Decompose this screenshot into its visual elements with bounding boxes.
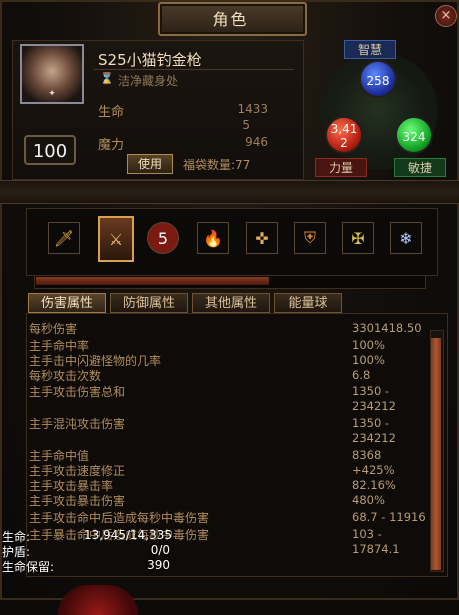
stat-label: 主手攻击伤害总和 (29, 385, 126, 399)
tab-damage[interactable]: 伤害属性 (28, 293, 106, 313)
stat-label: 每秒伤害 (29, 322, 78, 336)
weapon-card-icon[interactable]: ⚔ (98, 216, 134, 262)
stat-value: 68.7 - 11916 (352, 510, 426, 524)
overlay-reserve-value: 390 (147, 558, 170, 572)
intelligence-label: 智慧 (344, 40, 396, 59)
stat-value: 100% (352, 353, 385, 367)
stat-value: 82.16% (352, 478, 396, 492)
stat-value: +425% (352, 463, 395, 477)
strength-orb[interactable]: 3,41 2 (325, 116, 363, 154)
use-button[interactable]: 使用 (127, 154, 173, 174)
energy-value: 5 (242, 118, 250, 132)
section-divider (0, 180, 459, 204)
strength-label: 力量 (315, 158, 367, 177)
tab-defense[interactable]: 防御属性 (110, 293, 188, 313)
stat-value: 1350 - 234212 (352, 416, 396, 445)
fire-skill-icon[interactable]: 🔥 (197, 222, 229, 254)
shield-skill-icon[interactable]: ⛨ (294, 222, 326, 254)
hideout-icon: ⌛ (100, 72, 114, 85)
frost-skill-icon[interactable]: ❄ (390, 222, 422, 254)
stat-value: 8368 (352, 448, 382, 462)
stat-value: 480% (352, 493, 385, 507)
life-label: 生命 (98, 105, 125, 120)
stat-label: 主手攻击暴击伤害 (29, 494, 126, 508)
charge-5-icon[interactable]: 5 (147, 222, 179, 254)
stats-scroll-thumb[interactable] (431, 338, 441, 570)
overlay-shield-value: 0/0 (150, 543, 170, 557)
stat-label: 主手混沌攻击伤害 (29, 417, 126, 431)
window-title: 角色 (212, 10, 249, 29)
overlay-life-value: 13,945/14,335 (83, 528, 172, 542)
overlay-reserve-label: 生命保留: (2, 560, 55, 574)
character-name: S25小猫钓金枪 (98, 51, 202, 69)
location-text: 洁净藏身处 (118, 74, 179, 88)
skill-bar (26, 208, 438, 276)
close-button[interactable]: × (435, 5, 457, 27)
stat-label: 主手攻击命中后造成每秒中毒伤害 (29, 511, 210, 525)
intelligence-orb[interactable]: 258 (359, 60, 397, 98)
avatar-badge: ✦ (48, 89, 56, 99)
mana-value: 946 (245, 135, 268, 149)
stat-label: 每秒攻击次数 (29, 369, 102, 383)
stat-value: 103 - 17874.1 (352, 527, 400, 556)
name-divider (94, 69, 294, 70)
dexterity-label: 敏捷 (394, 158, 446, 177)
compass-skill-icon[interactable]: ✜ (246, 222, 278, 254)
tab-charges[interactable]: 能量球 (274, 293, 342, 313)
level-badge: 100 (24, 135, 76, 165)
crossed-skill-icon[interactable]: ✠ (342, 222, 374, 254)
experience-fill (36, 277, 269, 285)
tab-other[interactable]: 其他属性 (192, 293, 270, 313)
life-value: 1433 (237, 102, 268, 116)
stat-value: 1350 - 234212 (352, 384, 396, 413)
mana-label: 魔力 (98, 138, 125, 153)
stat-value: 3301418.50 (352, 321, 422, 335)
stat-value: 100% (352, 338, 385, 352)
lucky-bag-count: 福袋数量:77 (183, 158, 251, 172)
sword-icon[interactable]: 🗡 (48, 222, 80, 254)
stat-value: 6.8 (352, 368, 371, 382)
dexterity-orb[interactable]: 324 (395, 116, 433, 154)
